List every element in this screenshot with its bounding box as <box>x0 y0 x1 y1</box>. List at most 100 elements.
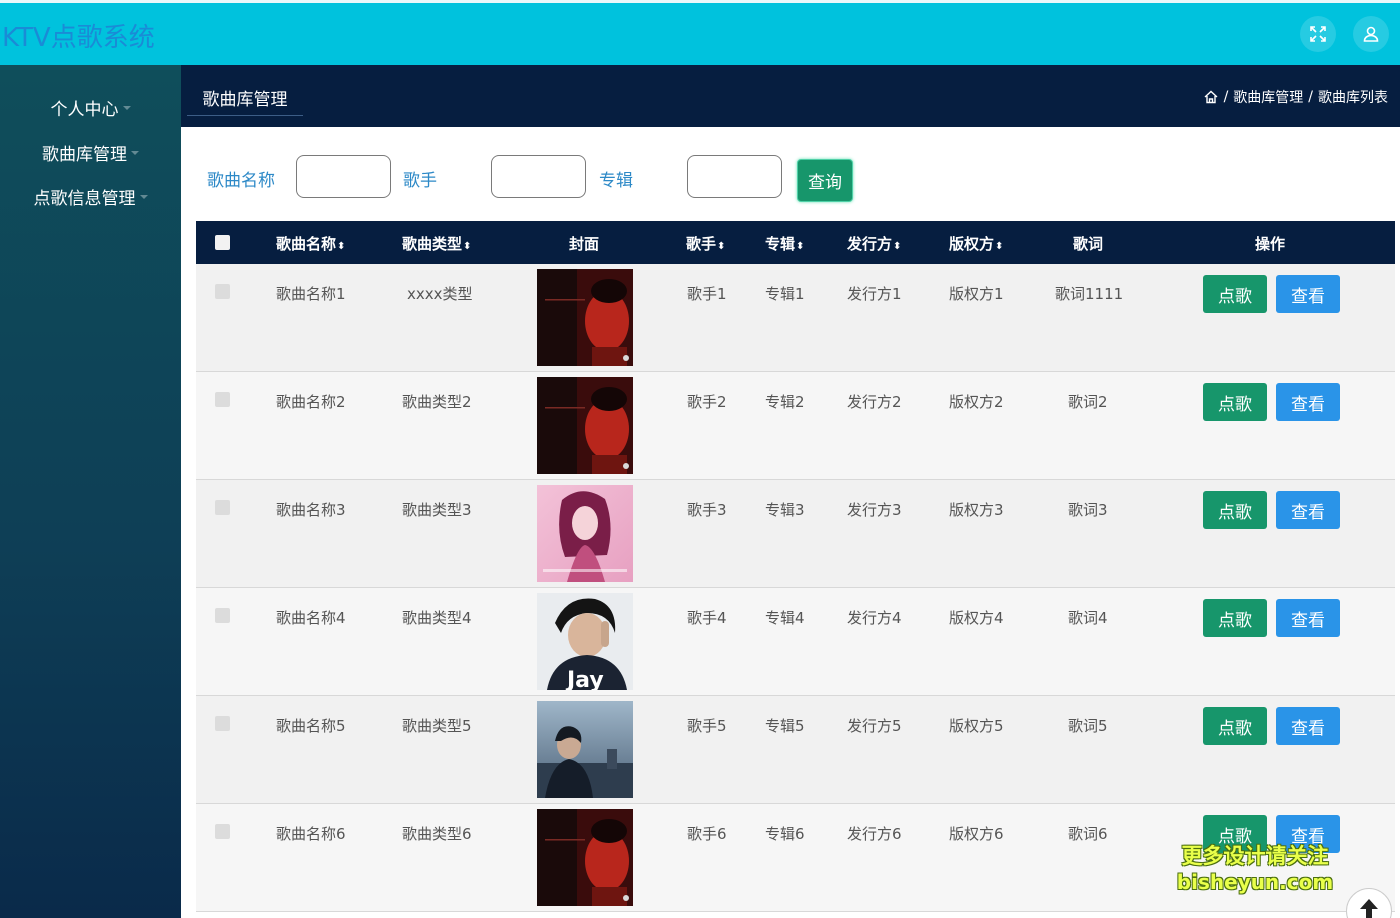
column-header-publisher[interactable]: 发行方⬍ <box>847 233 901 254</box>
sort-icon: ⬍ <box>717 241 726 252</box>
view-button[interactable]: 查看 <box>1276 383 1340 421</box>
request-song-button[interactable]: 点歌 <box>1203 491 1267 529</box>
column-header-song-type[interactable]: 歌曲类型⬍ <box>402 233 471 254</box>
caret-down-icon <box>139 195 148 199</box>
watermark-line1: 更多设计请关注 <box>1181 844 1329 868</box>
row-checkbox[interactable] <box>215 500 230 515</box>
cell-singer: 歌手3 <box>687 501 727 519</box>
cover-jay-icon: Jay <box>537 593 633 690</box>
user-icon <box>1363 26 1379 42</box>
column-header-actions: 操作 <box>1255 235 1286 253</box>
row-checkbox[interactable] <box>215 392 230 407</box>
request-song-button[interactable]: 点歌 <box>1203 275 1267 313</box>
cell-singer: 歌手6 <box>687 825 727 843</box>
page-header: 歌曲库管理 / 歌曲库管理 / 歌曲库列表 <box>181 65 1400 127</box>
row-checkbox[interactable] <box>215 608 230 623</box>
view-button[interactable]: 查看 <box>1276 599 1340 637</box>
request-song-button[interactable]: 点歌 <box>1203 707 1267 745</box>
breadcrumb-separator: / <box>1223 89 1229 105</box>
table-header: 歌曲名称⬍ 歌曲类型⬍ 封面 歌手⬍ 专辑⬍ 发行方⬍ 版权方⬍ 歌词 操作 <box>196 221 1395 264</box>
fullscreen-button[interactable] <box>1300 16 1336 52</box>
cell-album: 专辑1 <box>765 285 805 303</box>
cell-song-type: 歌曲类型2 <box>402 393 472 411</box>
cell-lyrics: 歌词6 <box>1068 825 1108 843</box>
watermark: 更多设计请关注 bisheyun.com <box>1175 843 1335 895</box>
cover-image <box>537 485 633 582</box>
cell-album: 专辑5 <box>765 717 805 735</box>
cell-lyrics: 歌词2 <box>1068 393 1108 411</box>
cell-copyright: 版权方2 <box>949 393 1004 411</box>
column-header-cover: 封面 <box>569 235 600 253</box>
sort-icon: ⬍ <box>463 241 472 252</box>
cell-song-type: 歌曲类型6 <box>402 825 472 843</box>
singer-input[interactable] <box>491 155 586 198</box>
cell-publisher: 发行方6 <box>847 825 902 843</box>
cell-album: 专辑6 <box>765 825 805 843</box>
sidebar: 个人中心 歌曲库管理 点歌信息管理 <box>0 65 181 918</box>
sort-icon: ⬍ <box>337 241 346 252</box>
caret-down-icon <box>122 106 131 110</box>
caret-down-icon <box>131 151 139 155</box>
table-row: 歌曲名称2 歌曲类型2 歌手2 专辑2 发行方2 版权方2 歌词2 点歌 查看 <box>196 372 1395 480</box>
cell-copyright: 版权方1 <box>949 285 1004 303</box>
watermark-line2: bisheyun.com <box>1176 870 1334 894</box>
cell-copyright: 版权方4 <box>949 609 1004 627</box>
breadcrumb: / 歌曲库管理 / 歌曲库列表 <box>1203 87 1388 107</box>
song-name-input[interactable] <box>296 155 391 198</box>
cell-lyrics: 歌词1111 <box>1055 285 1124 303</box>
column-header-copyright[interactable]: 版权方⬍ <box>949 233 1003 254</box>
tab-song-library[interactable]: 歌曲库管理 <box>187 80 303 116</box>
view-button[interactable]: 查看 <box>1276 707 1340 745</box>
column-header-lyrics: 歌词 <box>1073 235 1104 253</box>
sort-icon: ⬍ <box>995 241 1004 252</box>
cover-red-portrait-icon <box>537 809 633 906</box>
sidebar-item-label: 歌曲库管理 <box>42 144 127 165</box>
view-button[interactable]: 查看 <box>1276 275 1340 313</box>
row-checkbox[interactable] <box>215 824 230 839</box>
cell-publisher: 发行方2 <box>847 393 902 411</box>
cover-red-portrait-icon <box>537 269 633 366</box>
sidebar-item-personal-center[interactable]: 个人中心 <box>0 89 181 125</box>
table-row: 歌曲名称1 xxxx类型 歌手1 专辑1 发行方1 版权方1 歌词1111 点歌… <box>196 264 1395 372</box>
row-checkbox[interactable] <box>215 716 230 731</box>
arrow-up-icon <box>1360 899 1378 918</box>
query-button[interactable]: 查询 <box>797 159 853 202</box>
sidebar-item-song-library[interactable]: 歌曲库管理 <box>0 134 181 170</box>
cell-singer: 歌手1 <box>687 285 727 303</box>
request-song-button[interactable]: 点歌 <box>1203 383 1267 421</box>
column-header-song-name[interactable]: 歌曲名称⬍ <box>276 233 345 254</box>
breadcrumb-song-list: 歌曲库列表 <box>1318 90 1388 106</box>
cell-publisher: 发行方5 <box>847 717 902 735</box>
svg-text:Jay: Jay <box>565 668 604 690</box>
sort-icon: ⬍ <box>796 241 805 252</box>
column-header-album[interactable]: 专辑⬍ <box>765 233 804 254</box>
cover-red-portrait-icon <box>537 377 633 474</box>
breadcrumb-separator: / <box>1308 89 1313 105</box>
sidebar-item-label: 点歌信息管理 <box>33 188 136 209</box>
breadcrumb-song-library[interactable]: 歌曲库管理 <box>1233 87 1303 107</box>
cell-song-name: 歌曲名称5 <box>276 717 346 735</box>
cell-publisher: 发行方4 <box>847 609 902 627</box>
table-row: 歌曲名称3 歌曲类型3 歌手3 专辑3 发行方3 版权方3 歌词3 点歌 查看 <box>196 480 1395 588</box>
home-icon[interactable] <box>1203 89 1219 105</box>
user-button[interactable] <box>1353 16 1389 52</box>
album-input[interactable] <box>687 155 782 198</box>
fullscreen-icon <box>1310 26 1326 42</box>
cell-song-type: 歌曲类型3 <box>402 501 472 519</box>
view-button[interactable]: 查看 <box>1276 491 1340 529</box>
sidebar-item-label: 个人中心 <box>50 99 119 120</box>
select-all-checkbox[interactable] <box>215 235 230 250</box>
cell-song-type: 歌曲类型5 <box>402 717 472 735</box>
cell-album: 专辑3 <box>765 501 805 519</box>
app-title: KTV点歌系统 <box>2 23 155 53</box>
cell-song-type: xxxx类型 <box>407 285 473 303</box>
row-checkbox[interactable] <box>215 284 230 299</box>
cell-album: 专辑4 <box>765 609 805 627</box>
cell-song-name: 歌曲名称1 <box>276 285 346 303</box>
cell-publisher: 发行方3 <box>847 501 902 519</box>
sidebar-item-song-request-info[interactable]: 点歌信息管理 <box>0 178 181 214</box>
request-song-button[interactable]: 点歌 <box>1203 599 1267 637</box>
cell-song-name: 歌曲名称6 <box>276 825 346 843</box>
cell-lyrics: 歌词4 <box>1068 609 1108 627</box>
column-header-singer[interactable]: 歌手⬍ <box>686 233 725 254</box>
